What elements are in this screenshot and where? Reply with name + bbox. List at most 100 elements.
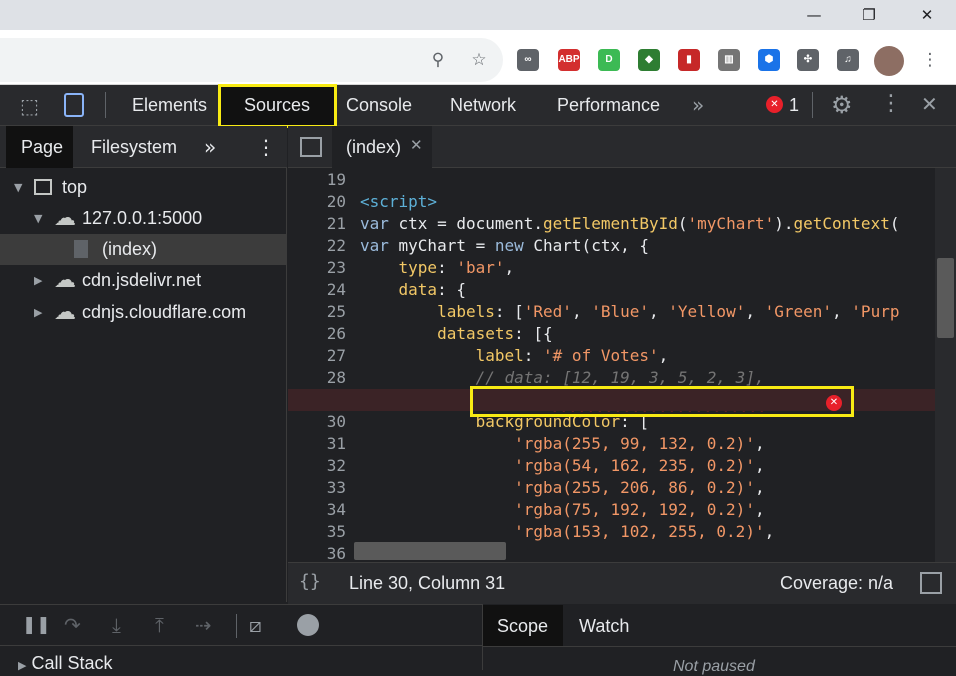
tab-sources[interactable]: Sources xyxy=(244,85,310,125)
pause-on-exceptions-icon[interactable] xyxy=(297,614,319,636)
line-number[interactable]: 19 xyxy=(288,169,346,191)
code-token: 'Blue' xyxy=(591,302,649,321)
frame-icon xyxy=(34,179,52,195)
tree-item[interactable]: ▶ ☁ cdnjs.cloudflare.com xyxy=(0,297,286,328)
more-tabs-icon[interactable]: » xyxy=(692,85,704,125)
tree-item[interactable]: ▶ ☁ cdn.jsdelivr.net xyxy=(0,265,286,296)
code-line[interactable]: label: '# of Votes', xyxy=(360,345,669,367)
media-queue-icon[interactable]: ♫ xyxy=(837,49,859,71)
tab-performance[interactable]: Performance xyxy=(557,85,660,125)
line-number[interactable]: 30 xyxy=(288,411,346,433)
more-navigator-tabs-icon[interactable]: » xyxy=(204,126,216,168)
device-toolbar-icon[interactable] xyxy=(64,93,84,117)
adblock-plus-icon[interactable]: ABP xyxy=(558,49,580,71)
line-number[interactable]: 28 xyxy=(288,367,346,389)
step-over-icon[interactable]: ↷ xyxy=(64,613,81,637)
inspect-element-icon[interactable]: ⬚ xyxy=(20,94,39,118)
infinity-extension-icon[interactable]: ∞ xyxy=(517,49,539,71)
code-token: 'Green' xyxy=(764,302,833,321)
code-line[interactable]: var ctx = document.getElementById('myCha… xyxy=(360,213,899,235)
line-number[interactable]: 35 xyxy=(288,521,346,543)
line-number[interactable]: 27 xyxy=(288,345,346,367)
code-line[interactable]: var myChart = new Chart(ctx, { xyxy=(360,235,649,257)
barcode-extension-icon[interactable]: ▥ xyxy=(718,49,740,71)
line-number[interactable]: 24 xyxy=(288,279,346,301)
collapse-triangle-icon[interactable]: ▼ xyxy=(34,203,42,234)
horizontal-scroll-thumb[interactable] xyxy=(354,542,506,560)
chrome-menu-icon[interactable]: ⋮ xyxy=(916,46,944,74)
close-window-button[interactable]: ✕ xyxy=(904,0,950,30)
d-extension-icon[interactable]: D xyxy=(598,49,620,71)
code-line[interactable]: 'rgba(54, 162, 235, 0.2)', xyxy=(360,455,764,477)
vertical-scrollbar[interactable] xyxy=(935,168,956,562)
code-line[interactable]: labels: ['Red', 'Blue', 'Yellow', 'Green… xyxy=(360,301,899,323)
toggle-debugger-icon[interactable] xyxy=(920,572,942,594)
close-devtools-icon[interactable]: ✕ xyxy=(921,92,938,116)
error-marker-icon[interactable]: ✕ xyxy=(826,395,842,411)
error-icon[interactable]: ✕ xyxy=(766,96,783,113)
devtools-menu-icon[interactable]: ⋮ xyxy=(880,91,902,116)
code-line[interactable]: 'rgba(75, 192, 192, 0.2)', xyxy=(360,499,764,521)
code-line[interactable]: type: 'bar', xyxy=(360,257,515,279)
line-number[interactable]: 23 xyxy=(288,257,346,279)
book-extension-icon[interactable]: ▮ xyxy=(678,49,700,71)
pause-icon[interactable]: ❚❚ xyxy=(22,615,51,635)
line-number[interactable]: 22 xyxy=(288,235,346,257)
coverage-status[interactable]: Coverage: n/a xyxy=(780,573,893,594)
code-line[interactable]: 'rgba(255, 206, 86, 0.2)', xyxy=(360,477,764,499)
bookmark-star-icon[interactable]: ☆ xyxy=(465,46,493,74)
line-number[interactable]: 21 xyxy=(288,213,346,235)
line-number[interactable]: 20 xyxy=(288,191,346,213)
maximize-button[interactable]: ❐ xyxy=(846,0,892,30)
tab-elements[interactable]: Elements xyxy=(132,85,207,125)
tree-item[interactable]: (index) xyxy=(0,234,286,265)
code-editor[interactable]: 19 20 <script> 21 var ctx = document.getElem… xyxy=(288,168,956,562)
collapse-triangle-icon[interactable]: ▼ xyxy=(14,172,22,203)
code-line[interactable]: <script> xyxy=(360,191,437,213)
tab-console[interactable]: Console xyxy=(346,85,412,125)
call-stack-header[interactable]: ▶ Call Stack xyxy=(18,653,113,674)
zoom-icon[interactable]: ⚲ xyxy=(424,46,452,74)
vertical-scroll-thumb[interactable] xyxy=(937,258,954,338)
tree-item[interactable]: ▼ ☁ 127.0.0.1:5000 xyxy=(0,203,286,234)
line-number[interactable]: 33 xyxy=(288,477,346,499)
line-number[interactable]: 36 xyxy=(288,543,346,562)
minimize-button[interactable]: — xyxy=(791,0,837,30)
code-line[interactable]: data: { xyxy=(360,279,466,301)
code-token: , xyxy=(571,302,592,321)
settings-gear-icon[interactable]: ⚙ xyxy=(831,91,853,119)
code-line[interactable]: 'rgba(255, 99, 132, 0.2)', xyxy=(360,433,764,455)
step-icon[interactable]: ⇢ xyxy=(195,613,212,637)
editor-tab-label[interactable]: (index) xyxy=(346,126,401,168)
step-out-icon[interactable]: ⤒ xyxy=(155,613,164,637)
tab-network[interactable]: Network xyxy=(450,85,516,125)
puzzle-extensions-icon[interactable]: ✣ xyxy=(797,49,819,71)
navigator-menu-icon[interactable]: ⋮ xyxy=(256,126,276,168)
step-into-icon[interactable]: ⤓ xyxy=(112,613,121,637)
line-number[interactable]: 26 xyxy=(288,323,346,345)
code-token: 'rgba(153, 102, 255, 0.2)' xyxy=(514,522,765,541)
data-line-highlight xyxy=(470,386,854,417)
line-number[interactable]: 32 xyxy=(288,455,346,477)
call-stack-label: Call Stack xyxy=(31,653,113,673)
tab-watch[interactable]: Watch xyxy=(579,605,629,647)
tab-filesystem[interactable]: Filesystem xyxy=(91,126,177,168)
expand-triangle-icon[interactable]: ▶ xyxy=(34,297,42,328)
close-tab-icon[interactable]: ✕ xyxy=(410,136,423,154)
code-line[interactable]: 'rgba(153, 102, 255, 0.2)', xyxy=(360,521,774,543)
bookmark-extension-icon[interactable]: ⬢ xyxy=(758,49,780,71)
line-number[interactable]: 34 xyxy=(288,499,346,521)
code-line[interactable]: datasets: [{ xyxy=(360,323,553,345)
profile-avatar[interactable] xyxy=(874,46,904,76)
expand-triangle-icon[interactable]: ▶ xyxy=(34,265,42,296)
error-count[interactable]: 1 xyxy=(789,85,799,125)
globe-extension-icon[interactable]: ◆ xyxy=(638,49,660,71)
tab-scope[interactable]: Scope xyxy=(497,605,548,647)
line-number[interactable]: 25 xyxy=(288,301,346,323)
line-number[interactable]: 31 xyxy=(288,433,346,455)
pretty-print-button[interactable]: {} xyxy=(299,571,321,592)
toggle-navigator-icon[interactable] xyxy=(300,137,322,157)
tree-item[interactable]: ▼ top xyxy=(0,172,286,203)
deactivate-breakpoints-icon[interactable]: ⧄ xyxy=(249,613,262,637)
tab-page[interactable]: Page xyxy=(21,126,63,168)
